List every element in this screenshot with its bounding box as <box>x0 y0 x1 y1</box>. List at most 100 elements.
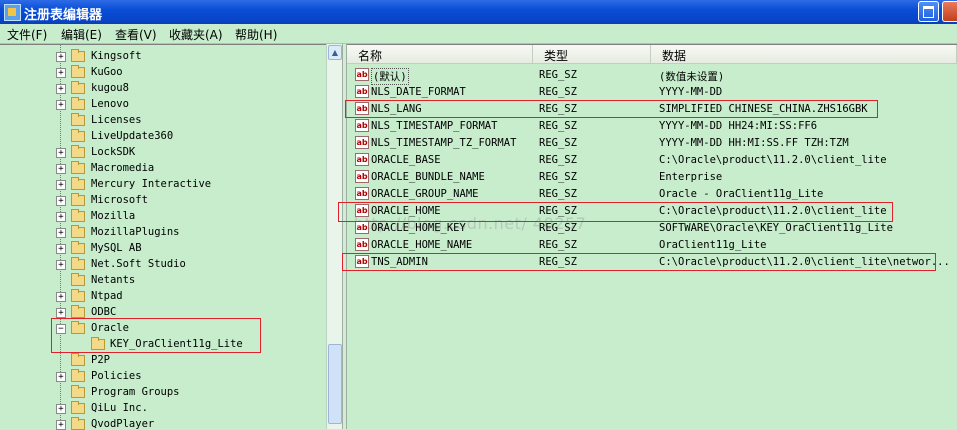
menu-edit[interactable]: 编辑(E) <box>61 26 102 43</box>
scrollbar-thumb[interactable] <box>328 344 342 424</box>
menu-favorites[interactable]: 收藏夹(A) <box>169 26 223 43</box>
value-data: SIMPLIFIED CHINESE_CHINA.ZHS16GBK <box>659 103 868 115</box>
tree-item[interactable]: + MozillaPlugins <box>0 225 330 241</box>
value-row[interactable]: ab ORACLE_GROUP_NAME REG_SZ Oracle - OraCli… <box>347 186 957 203</box>
string-value-icon: ab <box>355 153 369 166</box>
tree-item[interactable]: + Microsoft <box>0 193 330 209</box>
expand-icon[interactable]: + <box>56 308 66 318</box>
expand-icon[interactable]: + <box>56 52 66 62</box>
expand-icon[interactable]: + <box>56 212 66 222</box>
value-row[interactable]: ab NLS_LANG REG_SZ SIMPLIFIED CHINESE_CHINA… <box>347 101 957 118</box>
value-type: REG_SZ <box>539 239 577 251</box>
tree-item[interactable]: + Policies <box>0 369 330 385</box>
value-name: ORACLE_HOME <box>371 205 441 217</box>
expand-icon[interactable]: + <box>56 196 66 206</box>
folder-icon <box>71 145 85 158</box>
close-button[interactable] <box>942 1 957 22</box>
expand-icon[interactable]: + <box>56 100 66 110</box>
folder-icon <box>71 241 85 254</box>
value-row[interactable]: ab ORACLE_BASE REG_SZ C:\Oracle\product\11.… <box>347 152 957 169</box>
expand-icon[interactable]: + <box>56 164 66 174</box>
tree-item[interactable]: KEY_OraClient11g_Lite <box>0 337 330 353</box>
tree-item[interactable]: + MySQL AB <box>0 241 330 257</box>
tree-item[interactable]: + QvodPlayer <box>0 417 330 430</box>
value-row[interactable]: ab ORACLE_HOME_NAME REG_SZ OraClient11g_Lit… <box>347 237 957 254</box>
tree-item[interactable]: + Mozilla <box>0 209 330 225</box>
tree-item[interactable]: P2P <box>0 353 330 369</box>
column-header-name[interactable]: 名称 <box>347 45 533 64</box>
string-value-icon: ab <box>355 102 369 115</box>
registry-editor-icon <box>4 4 21 21</box>
menu-help[interactable]: 帮助(H) <box>235 26 277 43</box>
tree-item[interactable]: + Net.Soft Studio <box>0 257 330 273</box>
folder-icon <box>71 321 85 334</box>
column-type-label: 类型 <box>544 49 569 63</box>
scroll-up-arrow-icon[interactable]: ▲ <box>328 45 342 60</box>
expand-icon[interactable]: + <box>56 260 66 270</box>
folder-icon <box>71 97 85 110</box>
tree-item[interactable]: + Macromedia <box>0 161 330 177</box>
expand-icon[interactable]: + <box>56 372 66 382</box>
column-data-label: 数据 <box>662 49 687 63</box>
value-list[interactable]: 名称 类型 数据 http://blog.csdn.net/ 40257 ab(… <box>347 44 957 430</box>
tree-item[interactable]: + Lenovo <box>0 97 330 113</box>
value-data: OraClient11g_Lite <box>659 239 767 251</box>
tree-item-label: MozillaPlugins <box>91 226 180 238</box>
value-name: NLS_LANG <box>371 103 422 115</box>
tree-scrollbar[interactable]: ▲ <box>326 44 343 429</box>
value-row[interactable]: ab (默认) REG_SZ (数值未设置) <box>347 67 957 85</box>
column-header-data[interactable]: 数据 <box>651 45 957 64</box>
value-data: C:\Oracle\product\11.2.0\client_lite\net… <box>659 256 950 268</box>
expand-icon[interactable]: + <box>56 148 66 158</box>
tree-item[interactable]: Licenses <box>0 113 330 129</box>
tree-item[interactable]: + Mercury Interactive <box>0 177 330 193</box>
value-type: REG_SZ <box>539 205 577 217</box>
value-row[interactable]: ab ORACLE_HOME REG_SZ C:\Oracle\product\11.… <box>347 203 957 220</box>
folder-icon <box>71 193 85 206</box>
tree-item[interactable]: LiveUpdate360 <box>0 129 330 145</box>
tree-item[interactable]: Netants <box>0 273 330 289</box>
menu-view[interactable]: 查看(V) <box>115 26 157 43</box>
value-type: REG_SZ <box>539 103 577 115</box>
value-name: TNS_ADMIN <box>371 256 428 268</box>
expand-icon[interactable]: + <box>56 180 66 190</box>
column-header-type[interactable]: 类型 <box>533 45 651 64</box>
expand-icon[interactable]: + <box>56 292 66 302</box>
tree-item[interactable]: + QiLu Inc. <box>0 401 330 417</box>
tree-item[interactable]: Program Groups <box>0 385 330 401</box>
maximize-button[interactable] <box>918 1 939 22</box>
value-row[interactable]: ab ORACLE_HOME_KEY REG_SZ SOFTWARE\Oracle\K… <box>347 220 957 237</box>
value-name: ORACLE_BASE <box>371 154 441 166</box>
tree-item[interactable]: + LockSDK <box>0 145 330 161</box>
tree-item[interactable]: + KuGoo <box>0 65 330 81</box>
value-type: REG_SZ <box>539 171 577 183</box>
folder-icon <box>71 49 85 62</box>
tree-item[interactable]: + Ntpad <box>0 289 330 305</box>
value-row[interactable]: ab ORACLE_BUNDLE_NAME REG_SZ Enterprise <box>347 169 957 186</box>
tree-item-label: Licenses <box>91 114 142 126</box>
tree-item[interactable]: + kugou8 <box>0 81 330 97</box>
value-data: (数值未设置) <box>659 71 725 83</box>
tree-item[interactable]: + Kingsoft <box>0 49 330 65</box>
tree-item[interactable]: − Oracle <box>0 321 330 337</box>
expand-icon[interactable]: + <box>56 404 66 414</box>
string-value-icon: ab <box>355 255 369 268</box>
value-name: NLS_DATE_FORMAT <box>371 86 466 98</box>
tree-item-label: KEY_OraClient11g_Lite <box>110 338 243 350</box>
value-row[interactable]: ab NLS_DATE_FORMAT REG_SZ YYYY-MM-DD <box>347 84 957 101</box>
collapse-icon[interactable]: − <box>56 324 66 334</box>
tree-item[interactable]: + ODBC <box>0 305 330 321</box>
expand-icon[interactable]: + <box>56 68 66 78</box>
expand-icon[interactable]: + <box>56 84 66 94</box>
tree-item-label: LockSDK <box>91 146 136 158</box>
value-row[interactable]: ab TNS_ADMIN REG_SZ C:\Oracle\product\11.2.… <box>347 254 957 271</box>
tree-item-label: Policies <box>91 370 142 382</box>
title-bar[interactable]: 注册表编辑器 <box>0 0 957 24</box>
value-row[interactable]: ab NLS_TIMESTAMP_TZ_FORMAT REG_SZ YYYY-MM-D… <box>347 135 957 152</box>
expand-icon[interactable]: + <box>56 244 66 254</box>
value-row[interactable]: ab NLS_TIMESTAMP_FORMAT REG_SZ YYYY-MM-DD H… <box>347 118 957 135</box>
expand-icon[interactable]: + <box>56 228 66 238</box>
tree-item-label: Macromedia <box>91 162 155 174</box>
menu-file[interactable]: 文件(F) <box>7 26 47 43</box>
key-tree[interactable]: + Kingsoft + KuGoo + kugou8 + Lenovo Licenses Liv… <box>0 44 342 430</box>
